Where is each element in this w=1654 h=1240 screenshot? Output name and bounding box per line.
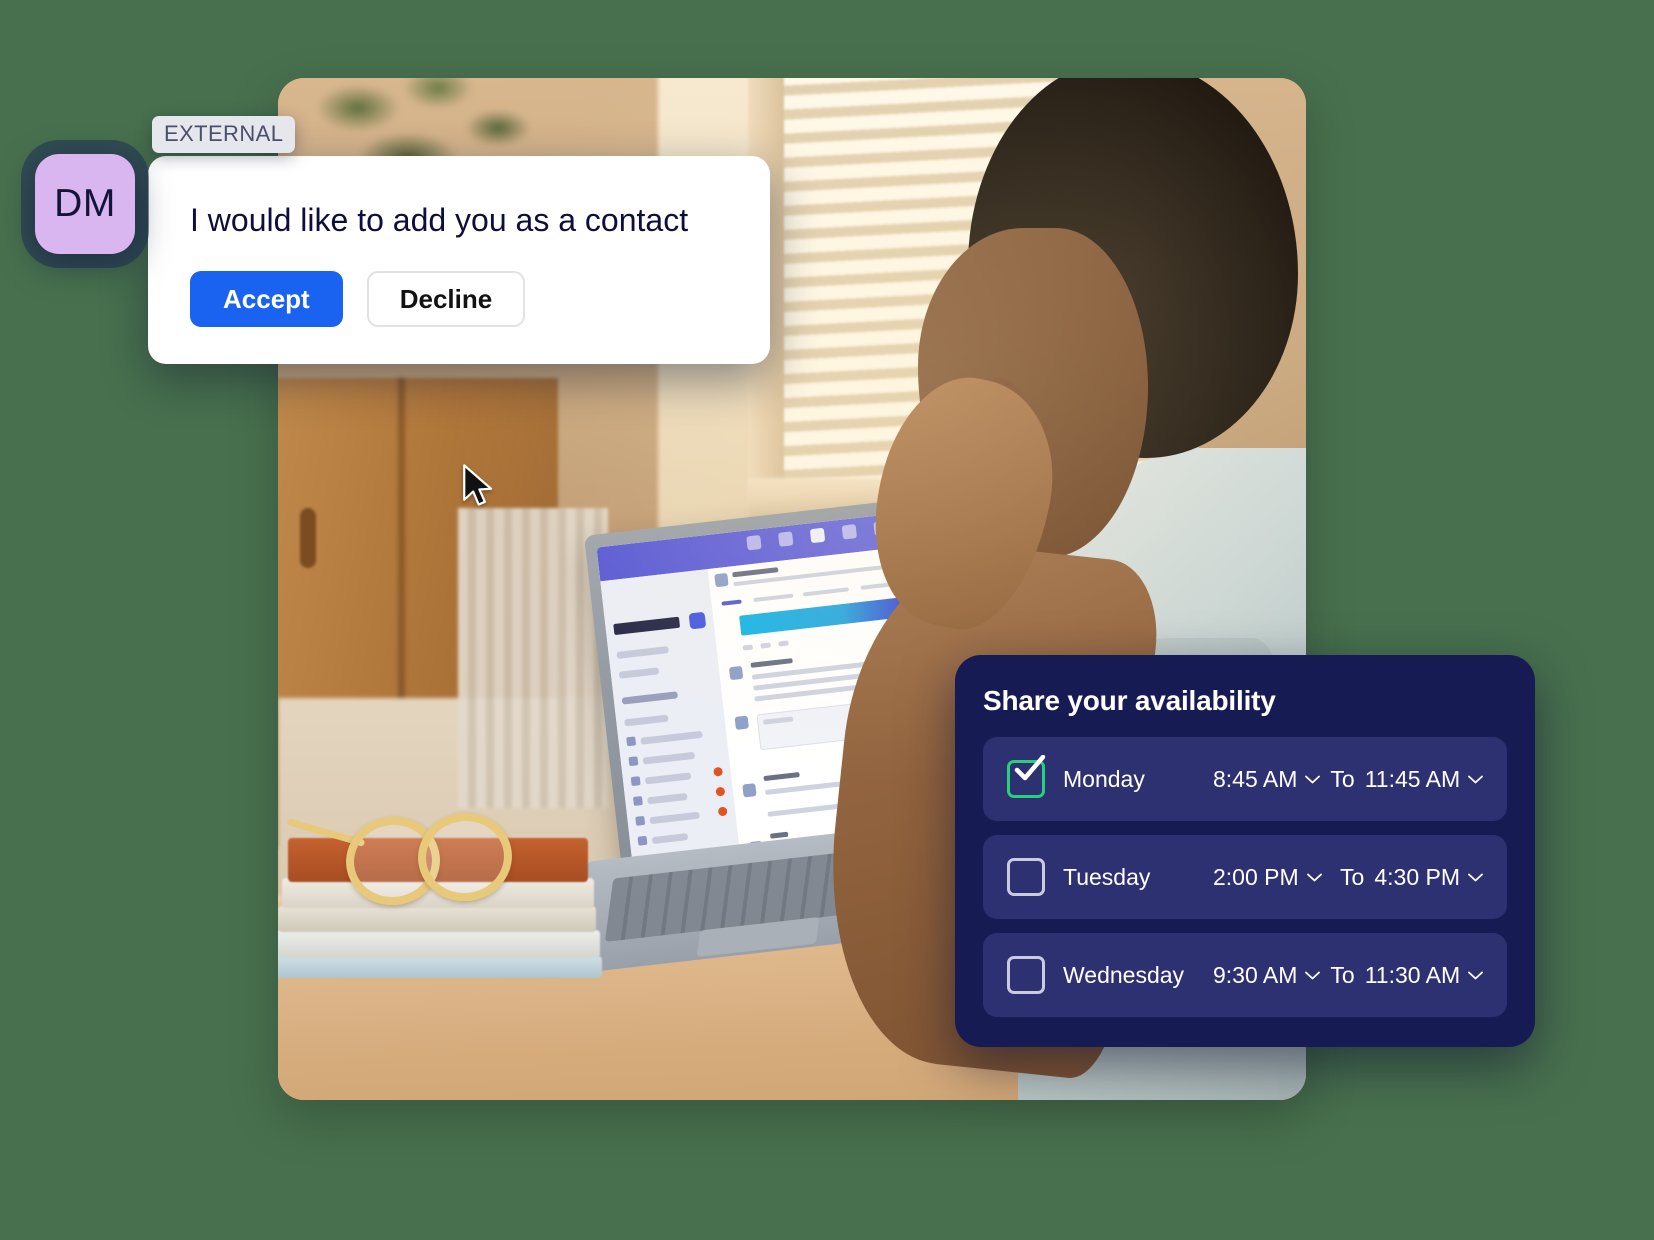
day-checkbox-unchecked[interactable] [1007, 858, 1045, 896]
external-badge: EXTERNAL [152, 116, 296, 153]
accept-button[interactable]: Accept [190, 271, 343, 327]
contact-request-message: I would like to add you as a contact [190, 202, 689, 238]
avatar-initials: DM [54, 182, 116, 225]
share-availability-card: Share your availability Monday 8:45 AM T… [955, 655, 1535, 1047]
book-stack-item [278, 930, 600, 958]
to-label: To [1330, 765, 1355, 792]
chevron-down-icon [1468, 971, 1484, 979]
day-checkbox-unchecked[interactable] [1007, 956, 1045, 994]
chevron-down-icon [1306, 873, 1322, 881]
eyeglasses [286, 806, 536, 912]
availability-rows: Monday 8:45 AM To 11:45 AM Tuesday 2:00 … [983, 737, 1507, 1031]
day-label: Tuesday [1063, 863, 1151, 890]
to-label: To [1330, 961, 1355, 988]
end-time-value: 11:45 AM [1364, 765, 1461, 792]
end-time-select[interactable]: 11:45 AM [1364, 765, 1484, 793]
composition-stage: I would like to add you as a contact Acc… [0, 0, 1654, 1240]
end-time-value: 11:30 AM [1364, 961, 1461, 988]
avatar: DM [35, 154, 135, 254]
start-time-value: 2:00 PM [1213, 863, 1299, 890]
availability-row[interactable]: Monday 8:45 AM To 11:45 AM [983, 737, 1507, 821]
day-checkbox-checked[interactable] [1007, 755, 1046, 798]
contact-request-card: I would like to add you as a contact Acc… [148, 156, 770, 506]
chevron-down-icon [1305, 971, 1321, 979]
to-label: To [1340, 863, 1365, 890]
start-time-value: 9:30 AM [1213, 961, 1298, 988]
day-label: Wednesday [1063, 961, 1185, 988]
availability-row[interactable]: Wednesday 9:30 AM To 11:30 AM [983, 933, 1507, 1017]
chevron-down-icon [1305, 775, 1321, 783]
availability-title: Share your availability [983, 685, 1276, 716]
book-stack-item [278, 906, 596, 932]
day-label: Monday [1063, 765, 1145, 792]
cabinet-handle [300, 508, 316, 568]
end-time-select[interactable]: 4:30 PM [1374, 864, 1483, 891]
start-time-select[interactable]: 2:00 PM [1213, 864, 1330, 891]
end-time-select[interactable]: 11:30 AM [1364, 961, 1484, 989]
book-stack-item [278, 956, 602, 978]
availability-row[interactable]: Tuesday 2:00 PM To 4:30 PM [983, 835, 1507, 919]
start-time-value: 8:45 AM [1213, 765, 1298, 792]
contact-request-actions: Accept Decline [190, 271, 526, 327]
chevron-down-icon [1468, 775, 1484, 783]
chevron-down-icon [1468, 873, 1483, 881]
start-time-select[interactable]: 9:30 AM [1213, 961, 1321, 989]
mouse-cursor-icon [463, 464, 493, 506]
start-time-select[interactable]: 8:45 AM [1213, 765, 1321, 793]
decline-button[interactable]: Decline [366, 271, 526, 327]
checkmark-icon [1014, 755, 1046, 781]
end-time-value: 4:30 PM [1374, 863, 1460, 890]
